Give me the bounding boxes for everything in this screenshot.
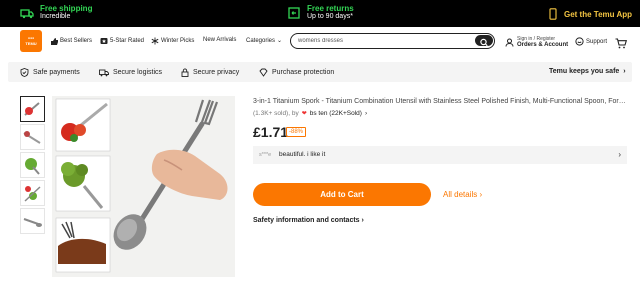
support-link[interactable]: Support <box>575 37 607 46</box>
promo-bar: Free shipping Incredible Free returns Up… <box>0 0 640 27</box>
safety-info-link[interactable]: Safety information and contacts › <box>253 217 364 224</box>
get-app-label: Get the Temu App <box>564 9 632 19</box>
sold-count: (1.3K+ sold), by <box>253 110 299 117</box>
nav-categories[interactable]: Categories ⌄ <box>246 37 283 45</box>
nav-new-arrivals[interactable]: New Arrivals <box>203 37 236 43</box>
nav-five-star[interactable]: 5-Star Rated <box>100 37 144 45</box>
chevron-right-icon: › <box>618 150 621 159</box>
trust-secure-logistics[interactable]: Secure logistics <box>99 68 162 77</box>
temu-keeps-you-safe[interactable]: Temu keeps you safe › <box>549 68 626 75</box>
search-bar <box>290 33 495 49</box>
phone-icon <box>549 8 557 20</box>
chevron-right-icon: › <box>479 190 483 199</box>
returns-title: Free returns <box>307 4 354 13</box>
store-icon: ❤ <box>301 111 307 117</box>
diamond-icon <box>259 68 268 77</box>
free-returns-promo[interactable]: Free returns Up to 90 days* <box>287 4 354 21</box>
add-to-cart-button[interactable]: Add to Cart <box>253 183 431 206</box>
cart-icon <box>615 38 628 49</box>
shipping-title: Free shipping <box>40 4 93 13</box>
nav-best-sellers[interactable]: Best Sellers <box>50 37 92 45</box>
thumbnail-5[interactable] <box>20 208 45 234</box>
product-price: £1.71 <box>253 124 289 140</box>
support-icon <box>575 37 584 46</box>
truck-icon <box>99 69 109 77</box>
all-details-link[interactable]: All details › <box>443 190 482 199</box>
site-header: ●●● TEMU Best Sellers 5-Star Rated Winte… <box>0 27 640 57</box>
logo-text: TEMU <box>25 41 37 46</box>
trust-bar: Safe payments Secure logistics Secure pr… <box>8 62 632 82</box>
truck-icon <box>20 8 34 18</box>
review-text: beautiful. i like it <box>279 151 326 158</box>
product-title: 3-in-1 Titanium Spork - Titanium Combina… <box>253 98 628 105</box>
return-box-icon <box>288 6 300 19</box>
trust-secure-privacy[interactable]: Secure privacy <box>181 68 239 77</box>
shield-check-icon <box>20 68 29 77</box>
user-icon <box>505 38 514 47</box>
review-snippet[interactable]: s***e beautiful. i like it › <box>253 146 627 164</box>
thumbnail-1[interactable] <box>20 96 45 122</box>
account-menu[interactable]: Sign in / Register Orders & Account <box>505 36 568 49</box>
search-input[interactable] <box>298 36 468 46</box>
sold-info: (1.3K+ sold), by ❤ bs ten (22K+Sold) › <box>253 110 367 117</box>
product-photo <box>52 96 235 277</box>
review-user: s***e <box>259 152 272 158</box>
nav-winter-picks[interactable]: Winter Picks <box>151 37 194 45</box>
discount-badge: -88% <box>286 127 307 137</box>
thumbnail-2[interactable] <box>20 124 45 150</box>
returns-subtitle: Up to 90 days* <box>307 13 353 20</box>
chevron-down-icon: ⌄ <box>277 38 283 44</box>
star-badge-icon <box>100 38 108 44</box>
thumbnail-3[interactable] <box>20 152 45 178</box>
chevron-right-icon: › <box>364 110 368 117</box>
thumbs-up-icon <box>51 38 58 45</box>
lock-icon <box>181 68 189 77</box>
trust-purchase-protection[interactable]: Purchase protection <box>259 68 334 77</box>
chevron-right-icon: › <box>623 68 626 75</box>
store-link[interactable]: bs ten (22K+Sold) <box>310 110 362 117</box>
temu-logo[interactable]: ●●● TEMU <box>20 30 42 52</box>
main-product-image[interactable] <box>52 96 235 277</box>
search-icon <box>480 38 488 47</box>
shipping-subtitle: Incredible <box>40 13 71 20</box>
search-button[interactable] <box>475 35 493 47</box>
snowflake-icon <box>151 37 159 45</box>
free-shipping-promo[interactable]: Free shipping Incredible <box>20 4 92 21</box>
get-app-promo[interactable]: Get the Temu App <box>548 8 632 20</box>
trust-safe-payments[interactable]: Safe payments <box>20 68 80 77</box>
chevron-right-icon: › <box>361 217 364 224</box>
cart-button[interactable] <box>615 36 628 54</box>
thumbnail-4[interactable] <box>20 180 45 206</box>
account-line2: Orders & Account <box>517 42 569 48</box>
